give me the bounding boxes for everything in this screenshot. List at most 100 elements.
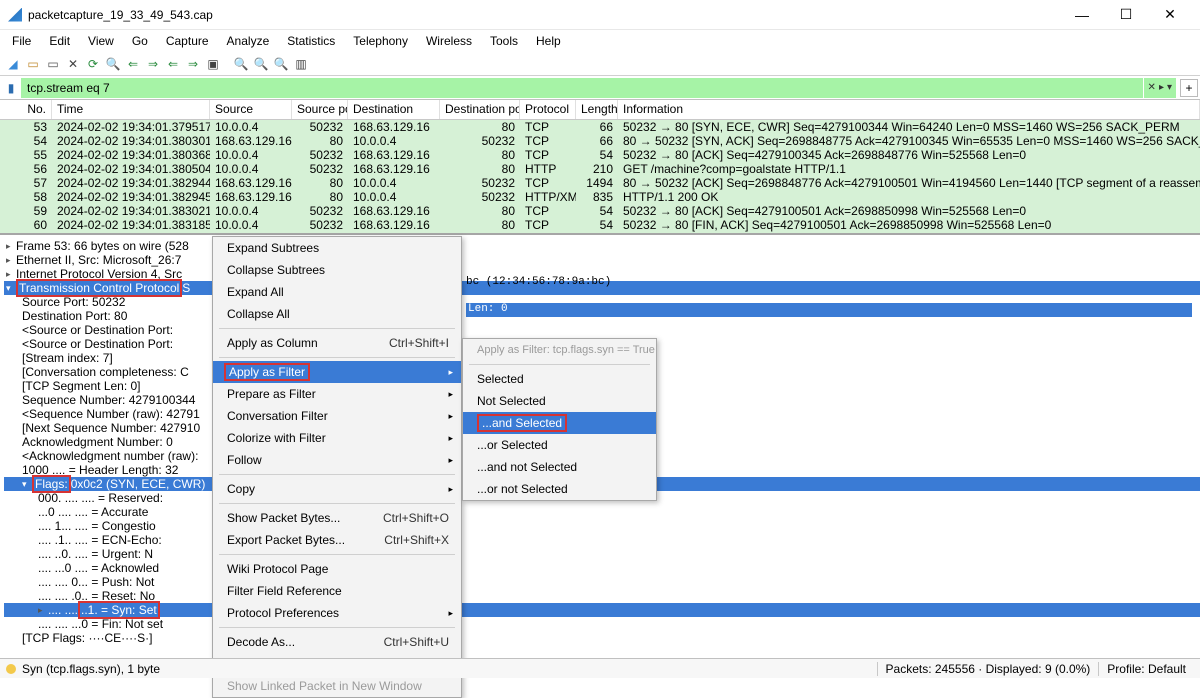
flag-reserved[interactable]: 000. .... .... = Reserved: [38, 491, 163, 505]
detail-tcp-flags[interactable]: [TCP Flags: ····CE····S·] [22, 631, 152, 645]
col-destination-port[interactable]: Destination port [440, 100, 520, 119]
col-destination[interactable]: Destination [348, 100, 440, 119]
expert-info-icon[interactable] [6, 664, 16, 674]
filter-bookmark-icon[interactable]: ▮ [2, 79, 20, 97]
detail-conversation[interactable]: [Conversation completeness: C [22, 365, 189, 379]
ctx-filter-field-ref[interactable]: Filter Field Reference [213, 580, 461, 602]
packet-row[interactable]: 592024-02-02 19:34:01.38302110.0.0.45023… [0, 204, 1200, 218]
find-icon[interactable]: 🔍 [104, 55, 122, 73]
close-file-icon[interactable]: ✕ [64, 55, 82, 73]
menu-go[interactable]: Go [124, 32, 156, 50]
detail-src-or-dst-1[interactable]: <Source or Destination Port: [22, 323, 173, 337]
detail-dst-port[interactable]: Destination Port: 80 [22, 309, 127, 323]
zoom-out-icon[interactable]: 🔍 [252, 55, 270, 73]
ctx-conversation-filter[interactable]: Conversation Filter▸ [213, 405, 461, 427]
prev-icon[interactable]: ⇐ [124, 55, 142, 73]
packet-row[interactable]: 572024-02-02 19:34:01.382944168.63.129.1… [0, 176, 1200, 190]
sub-and-not-selected[interactable]: ...and not Selected [463, 456, 656, 478]
flag-ecn[interactable]: .... .1.. .... = ECN-Echo: [38, 533, 162, 547]
flag-urgent[interactable]: .... ..0. .... = Urgent: N [38, 547, 153, 561]
ctx-export-packet-bytes[interactable]: Export Packet Bytes...Ctrl+Shift+X [213, 529, 461, 551]
sub-and-selected[interactable]: ...and Selected [463, 412, 656, 434]
sub-not-selected[interactable]: Not Selected [463, 390, 656, 412]
status-profile[interactable]: Profile: Default [1098, 662, 1194, 676]
goto-first-icon[interactable]: ⇐ [164, 55, 182, 73]
col-source[interactable]: Source [210, 100, 292, 119]
menu-tools[interactable]: Tools [482, 32, 526, 50]
sub-or-selected[interactable]: ...or Selected [463, 434, 656, 456]
detail-src-or-dst-2[interactable]: <Source or Destination Port: [22, 337, 173, 351]
ctx-copy[interactable]: Copy▸ [213, 478, 461, 500]
menu-file[interactable]: File [4, 32, 39, 50]
detail-seq-num[interactable]: Sequence Number: 4279100344 [22, 393, 195, 407]
col-info[interactable]: Information [618, 100, 1200, 119]
menu-view[interactable]: View [80, 32, 122, 50]
col-time[interactable]: Time [52, 100, 210, 119]
ctx-prepare-as-filter[interactable]: Prepare as Filter▸ [213, 383, 461, 405]
menu-wireless[interactable]: Wireless [418, 32, 480, 50]
ctx-wiki-protocol[interactable]: Wiki Protocol Page [213, 558, 461, 580]
goto-last-icon[interactable]: ⇒ [184, 55, 202, 73]
zoom-reset-icon[interactable]: 🔍 [272, 55, 290, 73]
ctx-apply-as-column[interactable]: Apply as ColumnCtrl+Shift+I [213, 332, 461, 354]
menu-telephony[interactable]: Telephony [345, 32, 416, 50]
close-button[interactable]: ✕ [1148, 1, 1192, 29]
detail-ethernet[interactable]: Ethernet II, Src: Microsoft_26:7 [16, 253, 181, 267]
ctx-apply-as-filter[interactable]: Apply as Filter▸ [213, 361, 461, 383]
filter-clear-icon[interactable]: ✕ [1148, 82, 1156, 93]
ctx-collapse-subtrees[interactable]: Collapse Subtrees [213, 259, 461, 281]
col-source-port[interactable]: Source port [292, 100, 348, 119]
filter-apply-icon[interactable]: ▸ [1159, 82, 1164, 93]
sub-or-not-selected[interactable]: ...or not Selected [463, 478, 656, 500]
ctx-follow[interactable]: Follow▸ [213, 449, 461, 471]
open-icon[interactable]: ▭ [24, 55, 42, 73]
packet-row[interactable]: 542024-02-02 19:34:01.380301168.63.129.1… [0, 134, 1200, 148]
resize-columns-icon[interactable]: ▥ [292, 55, 310, 73]
reload-icon[interactable]: ⟳ [84, 55, 102, 73]
menu-statistics[interactable]: Statistics [279, 32, 343, 50]
packet-row[interactable]: 602024-02-02 19:34:01.38318510.0.0.45023… [0, 218, 1200, 232]
menu-capture[interactable]: Capture [158, 32, 217, 50]
maximize-button[interactable]: ☐ [1104, 1, 1148, 29]
ctx-colorize-with-filter[interactable]: Colorize with Filter▸ [213, 427, 461, 449]
menu-edit[interactable]: Edit [41, 32, 78, 50]
col-protocol[interactable]: Protocol [520, 100, 576, 119]
ctx-decode-as[interactable]: Decode As...Ctrl+Shift+U [213, 631, 461, 653]
ctx-protocol-prefs[interactable]: Protocol Preferences▸ [213, 602, 461, 624]
detail-stream-index[interactable]: [Stream index: 7] [22, 351, 113, 365]
detail-ack-raw[interactable]: <Acknowledgment number (raw): [22, 449, 198, 463]
packet-row[interactable]: 562024-02-02 19:34:01.38050410.0.0.45023… [0, 162, 1200, 176]
packet-row[interactable]: 532024-02-02 19:34:01.37951710.0.0.45023… [0, 120, 1200, 134]
packet-row[interactable]: 552024-02-02 19:34:01.38036810.0.0.45023… [0, 148, 1200, 162]
flag-ack[interactable]: .... ...0 .... = Acknowled [38, 561, 159, 575]
sub-selected[interactable]: Selected [463, 368, 656, 390]
flag-push[interactable]: .... .... 0... = Push: Not [38, 575, 154, 589]
autoscroll-icon[interactable]: ▣ [204, 55, 222, 73]
flag-fin[interactable]: .... .... ...0 = Fin: Not set [38, 617, 163, 631]
ctx-expand-all[interactable]: Expand All [213, 281, 461, 303]
col-no[interactable]: No. [0, 100, 52, 119]
flag-congestion[interactable]: .... 1... .... = Congestio [38, 519, 156, 533]
detail-src-port[interactable]: Source Port: 50232 [22, 295, 125, 309]
col-length[interactable]: Length [576, 100, 618, 119]
save-icon[interactable]: ▭ [44, 55, 62, 73]
ctx-show-packet-bytes[interactable]: Show Packet Bytes...Ctrl+Shift+O [213, 507, 461, 529]
packet-row[interactable]: 582024-02-02 19:34:01.382945168.63.129.1… [0, 190, 1200, 204]
filter-dropdown-icon[interactable]: ▾ [1167, 82, 1172, 93]
menu-help[interactable]: Help [528, 32, 569, 50]
flag-accurate[interactable]: ...0 .... .... = Accurate [38, 505, 148, 519]
ctx-expand-subtrees[interactable]: Expand Subtrees [213, 237, 461, 259]
filter-add-button[interactable]: + [1180, 79, 1198, 97]
zoom-in-icon[interactable]: 🔍 [232, 55, 250, 73]
detail-ack-num[interactable]: Acknowledgment Number: 0 [22, 435, 173, 449]
detail-seg-len[interactable]: [TCP Segment Len: 0] [22, 379, 141, 393]
start-capture-icon[interactable]: ◢ [4, 55, 22, 73]
detail-frame[interactable]: Frame 53: 66 bytes on wire (528 [16, 239, 189, 253]
display-filter-input[interactable] [21, 78, 1143, 98]
minimize-button[interactable]: — [1060, 1, 1104, 29]
next-icon[interactable]: ⇒ [144, 55, 162, 73]
flag-syn-row[interactable]: ▸.... .... ..1. = Syn: Set [4, 603, 1200, 617]
packet-list[interactable]: 532024-02-02 19:34:01.37951710.0.0.45023… [0, 120, 1200, 235]
menu-analyze[interactable]: Analyze [219, 32, 278, 50]
ctx-collapse-all[interactable]: Collapse All [213, 303, 461, 325]
